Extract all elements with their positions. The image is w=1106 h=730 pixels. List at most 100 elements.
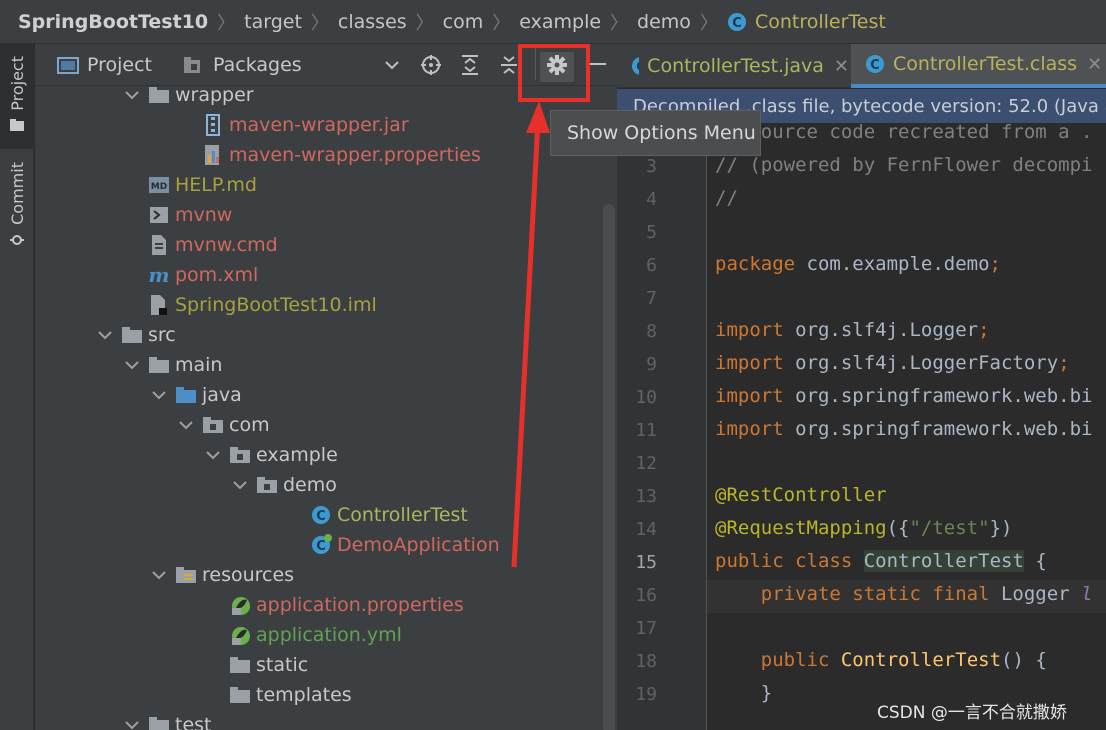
tree-item-label: application.yml	[256, 624, 402, 646]
tree-item-label: pom.xml	[175, 264, 259, 286]
chevron-down-icon[interactable]	[151, 567, 167, 583]
tree-item-mvnw[interactable]: mvnw	[148, 200, 232, 230]
close-icon[interactable]: ✕	[834, 56, 849, 77]
line-number: 12	[635, 453, 657, 474]
tree-item-main[interactable]: main	[124, 350, 222, 380]
code-line: public class ControllerTest {	[715, 550, 1047, 572]
tree-item-demoapplication[interactable]: C DemoApplication	[310, 530, 500, 560]
tree-item-pom-xml[interactable]: m pom.xml	[148, 260, 258, 290]
code-line: @RestController	[715, 484, 887, 506]
project-view-icon	[57, 56, 79, 74]
tree-item-springboottest10-iml[interactable]: SpringBootTest10.iml	[148, 290, 377, 320]
tree-item-label: mvnw.cmd	[175, 234, 278, 256]
tree-item-com[interactable]: com	[178, 410, 270, 440]
tree-item-label: src	[148, 324, 176, 346]
tree-item-src[interactable]: src	[97, 320, 176, 350]
tree-item-static[interactable]: static	[229, 650, 308, 680]
chevron-down-icon[interactable]	[97, 327, 113, 343]
chevron-down-icon[interactable]	[124, 717, 140, 730]
svg-text:MD: MD	[151, 182, 167, 192]
breadcrumb-item-target[interactable]: target	[244, 11, 302, 33]
maven-icon: m	[148, 264, 170, 286]
tree-item-label: test	[175, 714, 212, 730]
annotation-arrow	[511, 101, 550, 568]
line-number: 9	[646, 354, 657, 375]
breadcrumb-item-classes[interactable]: classes	[338, 11, 407, 33]
breadcrumb-item-com[interactable]: com	[443, 11, 484, 33]
tab-controllertest-class[interactable]: C ControllerTest.class ✕	[851, 44, 1106, 88]
chevron-down-icon[interactable]	[124, 87, 140, 103]
tree-item-label: resources	[202, 564, 295, 586]
tree-item-label: example	[256, 444, 338, 466]
tree-item-label: com	[229, 414, 270, 436]
line-number: 19	[635, 684, 657, 705]
chevron-right-icon: 〉	[699, 12, 718, 34]
tree-item-maven-wrapper-properties[interactable]: maven-wrapper.properties	[202, 140, 481, 170]
line-number: 16	[635, 585, 657, 606]
tree-item-java[interactable]: java	[151, 380, 242, 410]
strip-tab-commit[interactable]: Commit	[0, 162, 34, 262]
code-line: // Source code recreated from a .	[715, 123, 1093, 143]
tree-item-mvnw-cmd[interactable]: mvnw.cmd	[148, 230, 278, 260]
tree-item-example[interactable]: example	[205, 440, 338, 470]
breadcrumb-item-example[interactable]: example	[519, 11, 601, 33]
tree-item-label: maven-wrapper.properties	[229, 144, 481, 166]
source-folder-icon	[175, 384, 197, 406]
expand-all-button[interactable]	[457, 52, 483, 78]
tool-window-strip: Project Commit	[0, 44, 34, 730]
folder-icon	[229, 684, 251, 706]
tree-item-maven-wrapper-jar[interactable]: maven-wrapper.jar	[202, 110, 409, 140]
view-dropdown-button[interactable]	[379, 52, 405, 78]
chevron-down-icon[interactable]	[178, 417, 194, 433]
svg-text:C: C	[316, 509, 326, 524]
code-line: import org.springframework.web.bi	[715, 385, 1093, 407]
chevron-down-icon[interactable]	[124, 357, 140, 373]
tree-item-resources[interactable]: resources	[151, 560, 294, 590]
tree-item-label: SpringBootTest10.iml	[175, 294, 377, 316]
tree-item-application-properties[interactable]: application.properties	[229, 590, 464, 620]
spring-config-icon	[229, 624, 251, 646]
project-toolbar: Project Packages	[35, 44, 617, 102]
breadcrumb: SpringBootTest10 〉 target 〉 classes 〉 co…	[0, 0, 1106, 44]
iml-icon	[148, 294, 170, 316]
class-icon: C	[310, 504, 332, 526]
tab-project[interactable]: Project	[57, 44, 152, 86]
tree-item-application-yml[interactable]: application.yml	[229, 620, 402, 650]
line-number: 7	[646, 288, 657, 309]
code-line: import org.slf4j.Logger;	[715, 319, 990, 341]
tree-item-wrapper[interactable]: wrapper	[124, 86, 254, 110]
folder-icon	[148, 354, 170, 376]
code-line: // (powered by FernFlower decompi	[715, 154, 1093, 176]
chevron-down-icon[interactable]	[205, 447, 221, 463]
folder-icon	[10, 118, 24, 131]
resources-folder-icon	[175, 564, 197, 586]
close-icon[interactable]: ✕	[1087, 54, 1102, 75]
tree-item-label: templates	[256, 684, 352, 706]
tab-project-label: Project	[87, 53, 153, 76]
breadcrumb-item-demo[interactable]: demo	[637, 11, 691, 33]
tab-controllertest-java[interactable]: C ControllerTest.java ✕	[617, 44, 849, 88]
tree-item-controllertest[interactable]: C ControllerTest	[310, 500, 468, 530]
spring-class-icon: C	[310, 534, 332, 556]
tree-item-label: main	[175, 354, 223, 376]
chevron-down-icon[interactable]	[232, 477, 248, 493]
package-icon	[184, 56, 200, 73]
line-number: 8	[646, 321, 657, 342]
tab-packages[interactable]: Packages	[183, 44, 302, 86]
tree-item-templates[interactable]: templates	[229, 680, 352, 710]
chevron-down-icon[interactable]	[151, 387, 167, 403]
breadcrumb-item-project[interactable]: SpringBootTest10	[18, 11, 208, 33]
svg-text:C: C	[636, 60, 639, 75]
select-opened-file-button[interactable]	[418, 52, 444, 78]
line-gutter: 2345678910111213141516171819	[617, 123, 707, 730]
tree-item-demo[interactable]: demo	[232, 470, 337, 500]
tree-item-help-md[interactable]: MD HELP.md	[148, 170, 257, 200]
folder-icon	[148, 714, 170, 730]
breadcrumb-item-active[interactable]: C ControllerTest	[727, 11, 886, 33]
code-area[interactable]: // Source code recreated from a . // (pow…	[707, 123, 1106, 730]
tree-scrollbar[interactable]	[603, 204, 615, 730]
tree-item-test[interactable]: test	[124, 710, 212, 730]
strip-tab-project[interactable]: Project	[0, 44, 34, 149]
text-file-icon	[148, 234, 170, 256]
code-line: import org.slf4j.LoggerFactory;	[715, 352, 1070, 374]
